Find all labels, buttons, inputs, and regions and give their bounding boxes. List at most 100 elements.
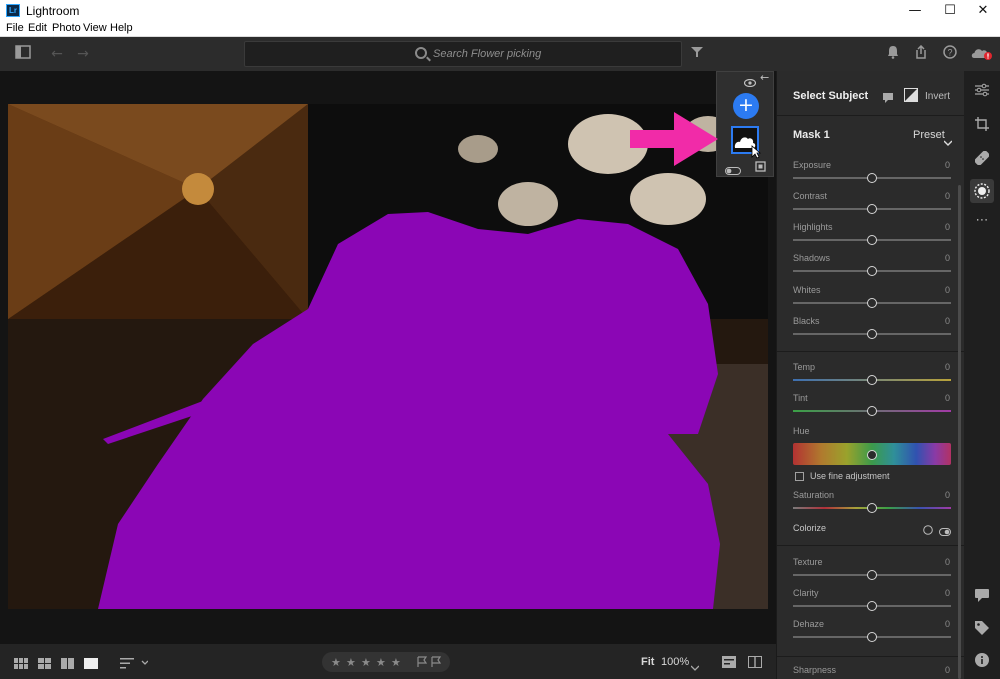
slider-thumb[interactable]	[867, 235, 877, 245]
menu-file[interactable]: File	[6, 22, 24, 34]
fit-zoom-button[interactable]: Fit	[641, 656, 654, 668]
preset-chevron-icon[interactable]	[943, 133, 953, 151]
healing-bandage-icon[interactable]	[974, 150, 990, 167]
slider-value[interactable]: 0	[945, 253, 950, 263]
slider-track[interactable]	[793, 329, 951, 339]
slider-thumb[interactable]	[867, 298, 877, 308]
comment-icon[interactable]	[974, 588, 990, 604]
window-title: Lightroom	[26, 4, 80, 18]
photo-image[interactable]	[8, 104, 768, 609]
slider-track[interactable]	[793, 570, 951, 580]
maximize-button[interactable]: ☐	[933, 0, 967, 21]
square-grid-icon[interactable]	[38, 656, 51, 674]
tag-icon[interactable]	[974, 621, 990, 637]
slider-track[interactable]	[793, 266, 951, 276]
slider-track[interactable]	[793, 235, 951, 245]
collapse-arrow-icon[interactable]: ←	[760, 71, 769, 84]
help-icon[interactable]: ?	[941, 45, 959, 63]
menu-view[interactable]: View	[83, 22, 107, 34]
crop-icon[interactable]	[974, 117, 990, 133]
star-rating-icon: ★ ★ ★ ★ ★	[331, 656, 442, 669]
eye-icon[interactable]	[743, 74, 757, 92]
cloud-sync-icon[interactable]	[970, 45, 994, 63]
slider-track[interactable]	[793, 601, 951, 611]
slider-value[interactable]: 0	[945, 191, 950, 201]
close-button[interactable]: ✕	[966, 0, 1000, 21]
slider-value[interactable]: 0	[945, 393, 950, 403]
slider-thumb[interactable]	[867, 204, 877, 214]
search-icon	[415, 47, 427, 59]
slider-thumb[interactable]	[867, 173, 877, 183]
add-mask-button[interactable]: +	[733, 93, 759, 119]
slider-track[interactable]	[793, 375, 951, 385]
slider-track[interactable]	[793, 298, 951, 308]
slider-value[interactable]: 0	[945, 665, 950, 675]
slider-track[interactable]	[793, 632, 951, 642]
slider-value[interactable]: 0	[945, 316, 950, 326]
zoom-level[interactable]: 100%	[661, 656, 689, 668]
info-overlay-icon[interactable]	[722, 655, 736, 673]
more-options-icon[interactable]: ⋯	[974, 213, 990, 229]
preset-dropdown[interactable]: Preset	[913, 129, 945, 141]
invert-icon[interactable]	[904, 88, 918, 107]
slider-thumb[interactable]	[867, 406, 877, 416]
back-arrow-icon[interactable]: ←	[48, 45, 66, 63]
edit-sliders-icon[interactable]	[974, 83, 990, 99]
slider-value[interactable]: 0	[945, 588, 950, 598]
bell-icon[interactable]	[884, 45, 902, 63]
invert-label[interactable]: Invert	[925, 91, 950, 102]
slider-thumb[interactable]	[867, 329, 877, 339]
slider-value[interactable]: 0	[945, 557, 950, 567]
slider-value[interactable]: 0	[945, 285, 950, 295]
slider-thumb[interactable]	[867, 266, 877, 276]
bottom-bar: ★ ★ ★ ★ ★ Fit 100%	[0, 644, 776, 679]
hue-spectrum-bar[interactable]	[793, 443, 951, 465]
slider-value[interactable]: 0	[945, 490, 950, 500]
slider-thumb[interactable]	[867, 632, 877, 642]
mask-name: Mask 1	[793, 129, 830, 141]
sort-icon[interactable]	[120, 656, 149, 674]
before-after-icon[interactable]	[748, 655, 762, 673]
colorize-toggle-icon[interactable]	[939, 523, 951, 541]
menu-edit[interactable]: Edit	[28, 22, 47, 34]
slider-thumb[interactable]	[867, 601, 877, 611]
edit-panel: Select Subject Invert Mask 1 Preset Expo…	[776, 71, 964, 679]
colorize-swatch-icon[interactable]	[923, 522, 933, 540]
slider-track[interactable]	[793, 173, 951, 183]
slider-value[interactable]: 0	[945, 619, 950, 629]
annotation-arrow-icon	[630, 112, 718, 166]
comment-icon[interactable]	[883, 90, 893, 108]
slider-value[interactable]: 0	[945, 160, 950, 170]
slider-thumb[interactable]	[867, 570, 877, 580]
slider-thumb[interactable]	[867, 450, 877, 460]
slider-track[interactable]	[793, 503, 951, 513]
slider-track[interactable]	[793, 204, 951, 214]
share-icon[interactable]	[912, 44, 930, 63]
minimize-button[interactable]: —	[898, 0, 932, 21]
slider-thumb[interactable]	[867, 375, 877, 385]
slider-value[interactable]: 0	[945, 362, 950, 372]
slider-thumb[interactable]	[867, 503, 877, 513]
forward-arrow-icon[interactable]: →	[74, 45, 92, 63]
divider	[777, 115, 964, 116]
fine-adjust-label[interactable]: Use fine adjustment	[810, 471, 890, 481]
slider-value[interactable]: 0	[945, 222, 950, 232]
chevron-down-icon[interactable]	[690, 658, 700, 676]
menu-photo[interactable]: Photo	[52, 22, 81, 34]
rating-flag-control[interactable]: ★ ★ ★ ★ ★	[322, 652, 450, 672]
masking-tool-button[interactable]	[970, 179, 994, 203]
grid-view-icon[interactable]	[14, 656, 28, 674]
loupe-view-icon[interactable]	[84, 656, 98, 674]
info-icon[interactable]	[974, 653, 990, 669]
search-input[interactable]: Search Flower picking	[244, 41, 682, 67]
compare-view-icon[interactable]	[61, 656, 74, 674]
slider-track[interactable]	[793, 406, 951, 416]
slider-label: Highlights	[793, 222, 833, 232]
fine-adjust-checkbox[interactable]	[795, 472, 804, 481]
panel-scrollbar[interactable]	[958, 185, 961, 679]
filter-icon[interactable]	[688, 45, 706, 63]
masks-panel: ← +	[716, 71, 774, 177]
menu-help[interactable]: Help	[110, 22, 133, 34]
overlay-toggle-icon[interactable]	[725, 162, 741, 180]
panel-toggle-icon[interactable]	[14, 45, 32, 63]
